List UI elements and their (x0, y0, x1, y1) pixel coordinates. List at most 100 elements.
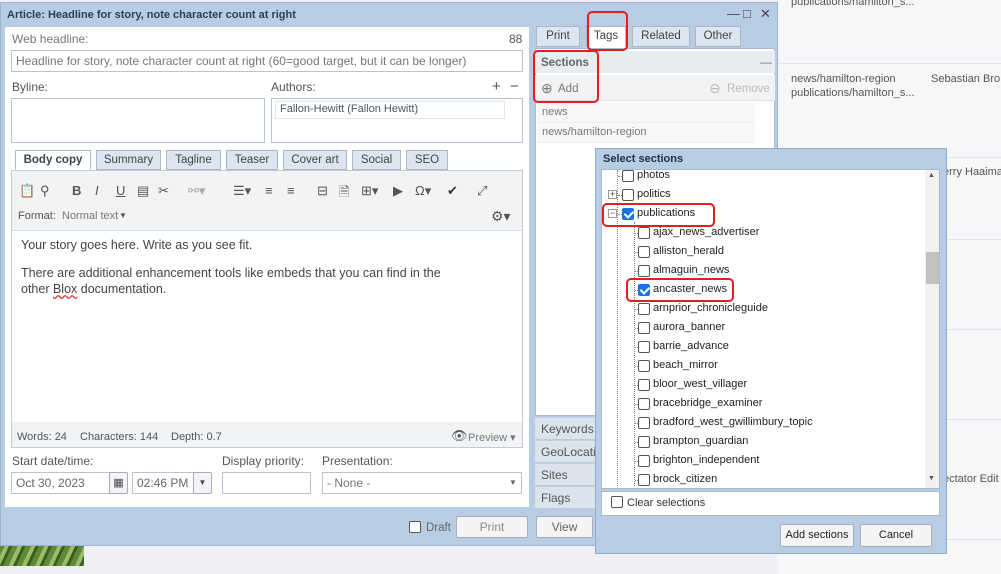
collapse-icon[interactable]: — (760, 55, 772, 69)
tab-tags[interactable]: Tags (586, 26, 626, 48)
tab-tagline[interactable]: Tagline (166, 150, 221, 170)
format-select[interactable]: Normal text (62, 210, 118, 222)
view-button[interactable]: View (536, 516, 593, 538)
chevron-down-icon[interactable]: ▼ (119, 211, 127, 220)
preview-button[interactable]: Preview ▾ (468, 431, 516, 444)
tree-node[interactable]: brampton_guardian (602, 433, 922, 452)
page-icon[interactable]: 🗎 (339, 183, 349, 205)
chevron-down-icon[interactable]: ▼ (509, 478, 517, 487)
print-button[interactable]: Print (456, 516, 528, 538)
section-checkbox[interactable] (638, 246, 650, 258)
minimize-icon[interactable]: — (727, 6, 740, 21)
cut-icon[interactable]: ✂ (158, 183, 169, 199)
section-tree[interactable]: ▲ ▼ photos + politics − publications ajax_new… (601, 169, 940, 489)
tab-body-copy[interactable]: Body copy (15, 150, 91, 170)
collapse-icon[interactable]: − (608, 209, 617, 218)
tree-node[interactable]: alliston_herald (602, 243, 922, 262)
add-author-icon[interactable]: + (492, 78, 501, 95)
bullet-list-icon[interactable]: ≡ (287, 183, 295, 198)
gear-icon[interactable]: ⚙▾ (491, 208, 511, 225)
section-checkbox[interactable] (622, 170, 634, 182)
clear-selections-checkbox[interactable] (611, 496, 623, 508)
thumbnail-image[interactable] (0, 544, 84, 566)
cancel-button[interactable]: Cancel (860, 524, 932, 547)
author-item[interactable]: Fallon-Hewitt (Fallon Hewitt) (275, 101, 505, 119)
eye-icon[interactable]: 👁 (451, 428, 468, 444)
twitter-icon[interactable]: ✔ (447, 183, 458, 199)
table-icon[interactable]: ⊞▾ (361, 183, 378, 199)
tab-summary[interactable]: Summary (96, 150, 161, 170)
tree-node[interactable]: brighton_independent (602, 452, 922, 471)
close-icon[interactable]: ✕ (760, 6, 771, 22)
tree-node[interactable]: brock_citizen (602, 471, 922, 488)
section-checkbox[interactable] (638, 417, 650, 429)
headline-input[interactable]: Headline for story, note character count… (11, 50, 523, 72)
presentation-select[interactable]: - None - (322, 472, 522, 494)
add-sections-button[interactable]: Add sections (780, 524, 854, 547)
tree-node[interactable]: beach_mirror (602, 357, 922, 376)
scroll-down-icon[interactable]: ▼ (928, 475, 935, 482)
section-checkbox[interactable] (638, 284, 650, 296)
find-icon[interactable]: ⚲ (40, 183, 50, 199)
add-section-button[interactable]: Add (558, 83, 578, 95)
tree-node[interactable]: aurora_banner (602, 319, 922, 338)
section-item-news[interactable]: news (537, 103, 755, 123)
section-checkbox[interactable] (622, 189, 634, 201)
tree-node[interactable]: photos (602, 170, 922, 186)
tab-teaser[interactable]: Teaser (226, 150, 278, 170)
remove-circle-icon[interactable]: ⊖ (709, 80, 721, 97)
calendar-icon[interactable]: ▦ (109, 472, 128, 494)
italic-icon[interactable]: I (95, 183, 99, 198)
section-checkbox[interactable] (638, 474, 650, 486)
tree-node[interactable]: + politics (602, 186, 922, 205)
section-checkbox[interactable] (638, 360, 650, 372)
tab-print[interactable]: Print (536, 26, 580, 47)
special-char-icon[interactable]: Ω▾ (415, 183, 431, 199)
numbered-list-icon[interactable]: ≡ (265, 183, 273, 198)
scroll-thumb[interactable] (926, 252, 939, 284)
tree-node[interactable]: bradford_west_gwillimbury_topic (602, 414, 922, 433)
date-input[interactable]: Oct 30, 2023 (11, 472, 111, 494)
remove-author-icon[interactable]: − (510, 78, 519, 95)
section-checkbox[interactable] (638, 341, 650, 353)
time-input[interactable]: 02:46 PM (132, 472, 194, 494)
tree-node[interactable]: ancaster_news (602, 281, 922, 300)
paste-icon[interactable]: 📋 (19, 183, 35, 199)
remove-section-button[interactable]: Remove (727, 83, 770, 95)
add-circle-icon[interactable]: ⊕ (541, 80, 553, 97)
time-dropdown-icon[interactable]: ▼ (193, 472, 212, 494)
align-icon[interactable]: ☰▾ (233, 183, 251, 199)
section-checkbox[interactable] (638, 227, 650, 239)
tab-other[interactable]: Other (695, 26, 741, 47)
body-editor[interactable] (12, 230, 522, 422)
scrollbar[interactable]: ▲ ▼ (925, 170, 939, 488)
tree-node[interactable]: − publications (602, 205, 922, 224)
tree-node[interactable]: almaguin_news (602, 262, 922, 281)
section-checkbox[interactable] (638, 303, 650, 315)
byline-input[interactable] (11, 98, 265, 143)
video-icon[interactable]: ▶ (393, 183, 403, 199)
priority-input[interactable] (222, 472, 311, 494)
section-checkbox[interactable] (638, 436, 650, 448)
fullscreen-icon[interactable]: ⤢ (477, 183, 487, 199)
expand-icon[interactable]: + (608, 190, 617, 199)
scroll-up-icon[interactable]: ▲ (928, 172, 935, 179)
hr-icon[interactable]: ⊟ (317, 183, 328, 199)
tab-seo[interactable]: SEO (406, 150, 448, 170)
section-checkbox[interactable] (638, 322, 650, 334)
section-item-hamilton[interactable]: news/hamilton-region (537, 123, 755, 143)
bg-row[interactable] (778, 14, 1001, 64)
section-checkbox[interactable] (622, 208, 634, 220)
tree-node[interactable]: arnprior_chronicleguide (602, 300, 922, 319)
link-icon[interactable]: ⚯▾ (188, 183, 205, 199)
tab-related[interactable]: Related (632, 26, 690, 47)
tab-cover-art[interactable]: Cover art (283, 150, 347, 170)
section-checkbox[interactable] (638, 398, 650, 410)
tree-node[interactable]: barrie_advance (602, 338, 922, 357)
maximize-icon[interactable]: □ (743, 6, 751, 21)
tree-node[interactable]: bracebridge_examiner (602, 395, 922, 414)
section-checkbox[interactable] (638, 455, 650, 467)
tree-node[interactable]: ajax_news_advertiser (602, 224, 922, 243)
draft-checkbox[interactable] (409, 521, 421, 533)
bold-icon[interactable]: B (72, 183, 81, 198)
